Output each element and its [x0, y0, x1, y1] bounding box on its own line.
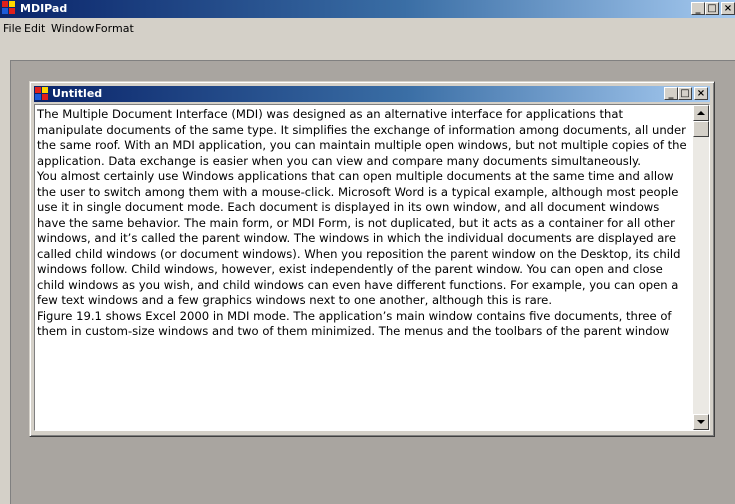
editor-paragraph: Figure 19.1 shows Excel 2000 in MDI mode…	[37, 308, 672, 339]
menu-edit[interactable]: Edit	[24, 22, 45, 35]
editor-content[interactable]: The Multiple Document Interface (MDI) wa…	[37, 107, 690, 340]
arrow-up-icon	[697, 111, 705, 115]
child-maximize-button[interactable]: □	[678, 87, 692, 100]
menu-bar: File Edit Window Format	[0, 18, 735, 38]
editor-paragraph: You almost certainly use Windows applica…	[37, 169, 681, 307]
scroll-down-button[interactable]	[693, 414, 709, 430]
arrow-down-icon	[697, 420, 705, 424]
main-window-titlebar[interactable]: MDIPad _ □ ×	[0, 0, 735, 18]
child-window-title: Untitled	[52, 87, 103, 100]
scroll-thumb[interactable]	[693, 121, 709, 137]
minimize-button[interactable]: _	[691, 2, 705, 15]
menu-format[interactable]: Format	[95, 22, 134, 35]
menu-window[interactable]: Window	[51, 22, 94, 35]
child-window-titlebar[interactable]: Untitled _ □ ×	[34, 86, 710, 102]
editor-paragraph: The Multiple Document Interface (MDI) wa…	[37, 107, 687, 168]
vertical-scrollbar[interactable]	[693, 105, 709, 430]
child-close-button[interactable]: ×	[694, 87, 708, 100]
text-editor[interactable]: The Multiple Document Interface (MDI) wa…	[34, 104, 710, 431]
scroll-up-button[interactable]	[693, 105, 709, 121]
child-minimize-button[interactable]: _	[664, 87, 678, 100]
close-button[interactable]: ×	[721, 2, 735, 15]
document-icon[interactable]	[35, 87, 49, 101]
menu-file[interactable]: File	[3, 22, 21, 35]
main-window-title: MDIPad	[20, 2, 68, 15]
child-window[interactable]: Untitled _ □ × The Multiple Document Int…	[29, 81, 715, 437]
app-icon[interactable]	[2, 1, 16, 15]
maximize-button[interactable]: □	[705, 2, 719, 15]
